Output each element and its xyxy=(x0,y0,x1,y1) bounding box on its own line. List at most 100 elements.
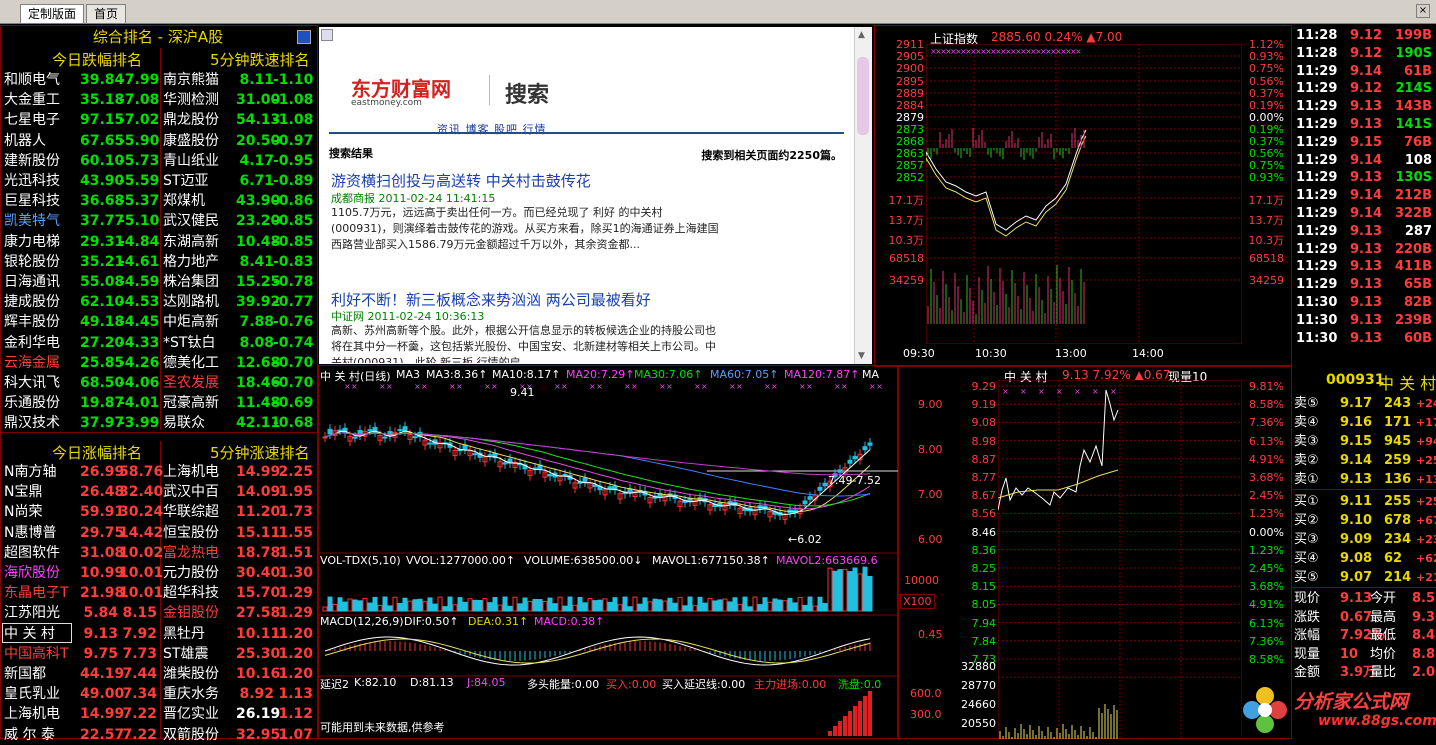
rank-row[interactable]: 七星电子 97.15 -7.02 鼎龙股份 54.13 -1.08 xyxy=(0,110,316,130)
volume-bar xyxy=(667,597,673,612)
ask-row: 卖② 9.14 259 +259 xyxy=(1292,451,1436,470)
stock-name: 鼎龙股份 xyxy=(163,112,219,129)
change: 30.24 xyxy=(119,504,164,521)
grid-icon[interactable] xyxy=(297,30,311,44)
change: -4.06 xyxy=(119,375,160,391)
news-title-1[interactable]: 游资横扫创投与高送转 中关村击鼓传花 xyxy=(331,170,591,191)
volume-bar xyxy=(562,605,568,612)
rank-row[interactable]: 和顺电气 39.84 -7.99 南京熊猫 8.11 -1.10 xyxy=(0,70,316,90)
news-scrollbar[interactable]: ▲ ▼ xyxy=(854,27,872,364)
rank-row[interactable]: 光迅科技 43.90 -5.59 ST迈亚 6.71 -0.89 xyxy=(0,171,316,191)
stock-name: 富龙热电 xyxy=(163,544,219,561)
tab-home[interactable]: 首页 xyxy=(86,4,127,23)
ind-bar xyxy=(858,701,862,736)
avg-line xyxy=(926,135,1087,237)
rank-row[interactable]: N宝鼎 26.48 32.40 武汉中百 14.09 1.95 xyxy=(0,482,316,502)
volume: 214 xyxy=(1384,570,1412,585)
stat-row: 涨幅7.92%最低8.48 xyxy=(1292,626,1436,645)
change: 10.02 xyxy=(119,544,164,561)
stock-name: 郑煤机 xyxy=(163,193,205,210)
rank-row[interactable]: N惠博普 29.75 14.42 恒宝股份 15.11 1.55 xyxy=(0,523,316,543)
stat-row: 涨跌 0.67最高 9.36 xyxy=(1292,608,1436,627)
tick-price: 9.13 xyxy=(1350,295,1383,310)
price: 9.11 xyxy=(1340,494,1373,509)
volume-bar xyxy=(472,599,478,612)
rank-row[interactable]: 凯美特气 37.77 -5.10 武汉健民 23.20 -0.85 xyxy=(0,211,316,231)
stat-row: 金额3.9万量比2.03 xyxy=(1292,663,1436,682)
tick-volume: 61B xyxy=(1404,63,1432,79)
ask-row: 卖⑤ 9.17 243 +243 xyxy=(1292,394,1436,413)
price: 39.92 xyxy=(236,294,281,311)
volume-bar xyxy=(532,598,538,612)
tick-price: 9.12 xyxy=(1350,81,1383,97)
event-mark: × xyxy=(449,382,456,391)
candle-body xyxy=(862,446,868,451)
stock-name: 武汉中百 xyxy=(163,484,219,501)
volume-bar xyxy=(582,602,588,612)
price: 26.48 xyxy=(80,484,125,501)
price: 37.77 xyxy=(80,213,125,230)
rank-row[interactable]: N南方轴 26.99 58.76 上海机电 14.99 2.25 xyxy=(0,462,316,482)
rank-row[interactable]: 江苏阳光 5.84 8.15 金钼股份 27.58 1.29 xyxy=(0,603,316,623)
volume-bar xyxy=(502,596,508,612)
rank-row[interactable]: 超图软件 31.08 10.02 富龙热电 18.78 1.51 xyxy=(0,543,316,563)
volume-bar xyxy=(347,598,353,612)
rank-row[interactable]: 大金重工 35.18 -7.08 华测检测 31.00 -1.08 xyxy=(0,90,316,110)
volume-bar xyxy=(727,601,733,612)
change: -0.69 xyxy=(273,395,314,412)
rank-row[interactable]: 新国都 44.19 7.44 潍柴股份 10.16 1.20 xyxy=(0,664,316,684)
bid-row: 买④ 9.08 62 +62 xyxy=(1292,549,1436,568)
price: 29.75 xyxy=(80,524,125,541)
volume-bar xyxy=(602,598,608,612)
rank-row[interactable]: 皇氏乳业 49.00 7.34 重庆水务 8.92 1.13 xyxy=(0,684,316,704)
volume: 234 xyxy=(1384,532,1412,547)
scroll-down-icon[interactable]: ▼ xyxy=(858,351,865,361)
tick-volume: 287 xyxy=(1404,223,1432,239)
news-title-2[interactable]: 利好不断！新三板概念来势汹汹 两公司最被看好 xyxy=(331,289,651,310)
tick-row: 11:29 9.12 214S xyxy=(1294,80,1436,98)
close-icon[interactable]: × xyxy=(1416,4,1430,18)
change: -0.97 xyxy=(273,132,314,149)
rank-row[interactable]: 康力电梯 29.31 -4.84 东湖高新 10.48 -0.85 xyxy=(0,232,316,252)
change: 1.51 xyxy=(278,544,313,561)
rank-row[interactable]: 海欣股份 10.99 10.01 元力股份 30.40 1.30 xyxy=(0,563,316,583)
rank-row[interactable]: 辉丰股份 49.18 -4.45 中炬高新 7.88 -0.76 xyxy=(0,312,316,332)
rank-row[interactable]: 日海通讯 55.08 -4.59 株冶集团 15.25 -0.78 xyxy=(0,272,316,292)
price: 9.16 xyxy=(1340,415,1373,430)
ma30-line xyxy=(324,432,871,507)
intraday-y-pct-label: 3.68% xyxy=(1249,580,1284,594)
rank-row[interactable]: 中国高科T 9.75 7.73 ST雄震 25.30 1.20 xyxy=(0,644,316,664)
news-nav[interactable]: 资讯 博客 股吧 行情 xyxy=(437,121,547,137)
price: 36.68 xyxy=(80,193,125,210)
scroll-up-icon[interactable]: ▲ xyxy=(858,30,865,40)
rank-row[interactable]: 鼎汉技术 37.97 -3.99 易联众 42.11 -0.68 xyxy=(0,413,316,433)
rank-row[interactable]: 科大讯飞 68.50 -4.06 圣农发展 18.46 -0.70 xyxy=(0,373,316,393)
intraday-y-pct-label: 6.13% xyxy=(1249,616,1284,630)
label: 买③ xyxy=(1294,532,1319,547)
rank-row[interactable]: 捷成股份 62.10 -4.53 达刚路机 39.92 -0.77 xyxy=(0,292,316,312)
volume-bar xyxy=(392,596,398,612)
rank-row[interactable]: 云海金属 25.85 -4.26 德美化工 12.68 -0.70 xyxy=(0,353,316,373)
tick-price: 9.13 xyxy=(1350,241,1383,257)
rank-row[interactable]: N尚荣 59.91 30.24 华联综超 11.20 1.73 xyxy=(0,502,316,522)
rank-row[interactable]: 威 尔 泰 22.57 7.22 双箭股份 32.95 1.07 xyxy=(0,725,316,745)
rank-row[interactable]: 上海机电 14.99 7.22 晋亿实业 26.19 1.12 xyxy=(0,704,316,724)
rank-row[interactable]: 机器人 67.65 -5.90 康盛股份 20.50 -0.97 xyxy=(0,131,316,151)
volume-bar xyxy=(832,570,838,612)
tick-price: 9.13 xyxy=(1350,330,1383,346)
rank-row[interactable]: 金利华电 27.20 -4.33 *ST钛白 8.08 -0.74 xyxy=(0,333,316,353)
rank-row[interactable]: 东晶电子T 21.98 10.01 超华科技 15.70 1.29 xyxy=(0,583,316,603)
rank-row[interactable]: 建新股份 60.10 -5.73 青山纸业 4.17 -0.95 xyxy=(0,151,316,171)
tick-row: 11:29 9.14 322B xyxy=(1294,205,1436,223)
scroll-thumb[interactable] xyxy=(857,57,869,135)
intraday-y-label: 8.87 xyxy=(971,452,997,466)
rank-row[interactable]: 银轮股份 35.21 -4.61 格力地产 8.41 -0.83 xyxy=(0,252,316,272)
rank-row[interactable]: 巨星科技 36.68 -5.37 郑煤机 43.90 -0.86 xyxy=(0,191,316,211)
volume-bar xyxy=(742,596,748,612)
tab-custom-layout[interactable]: 定制版面 xyxy=(20,4,85,23)
price: 18.78 xyxy=(236,544,281,561)
price: 68.50 xyxy=(80,375,125,391)
candle-body xyxy=(382,436,388,439)
label: 买① xyxy=(1294,494,1319,509)
rank-row[interactable]: 乐通股份 19.87 -4.01 冠豪高新 11.48 -0.69 xyxy=(0,393,316,413)
